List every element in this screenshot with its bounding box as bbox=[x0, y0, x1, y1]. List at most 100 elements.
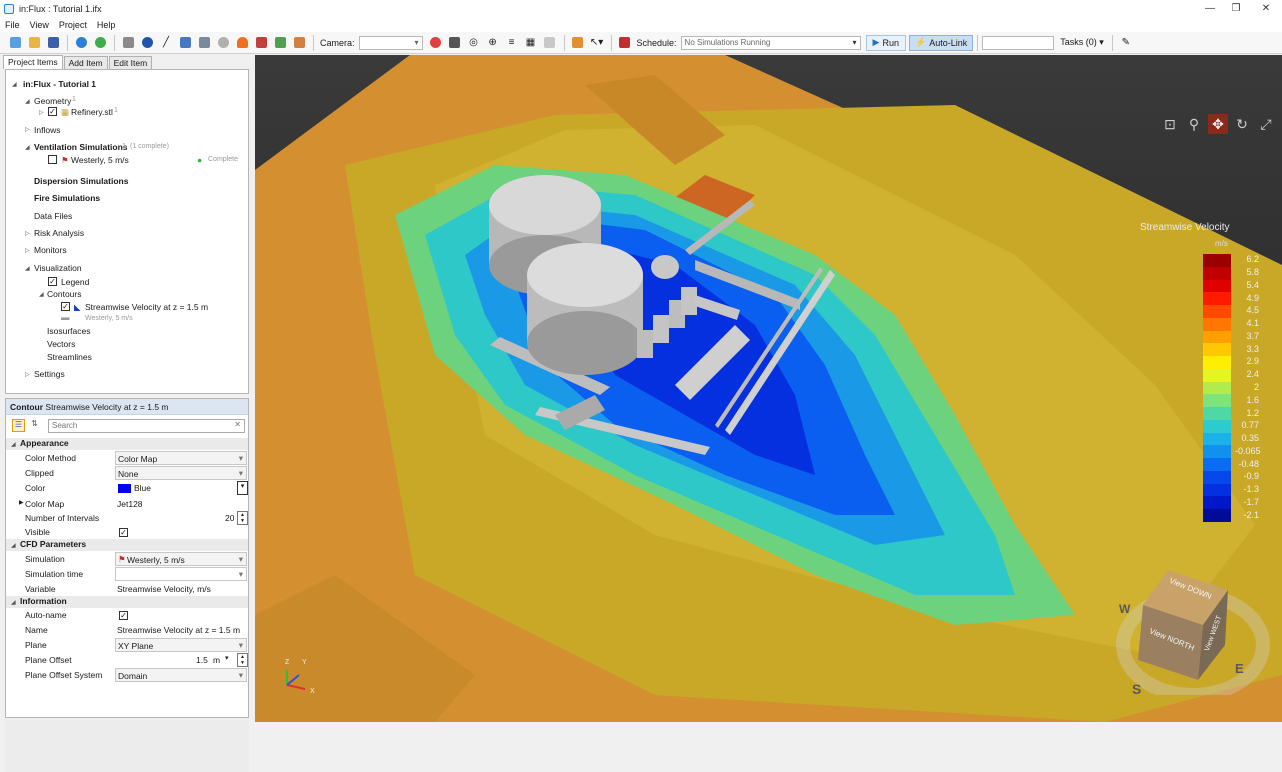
tree-streamlines[interactable]: Streamlines bbox=[47, 352, 92, 362]
expand-icon[interactable]: ◢ bbox=[39, 291, 44, 298]
row-color-map[interactable]: ▶ Color Map Jet128 bbox=[6, 497, 248, 512]
tree-datafiles[interactable]: Data Files bbox=[34, 211, 72, 221]
close-icon[interactable]: ✕ bbox=[1252, 0, 1280, 17]
3d-viewport[interactable]: Z Y X ⊡ ⚲ ✥ ↻ ⤢ View DOWN View NORTH Vie… bbox=[255, 55, 1282, 722]
legend-checkbox[interactable]: ✓ bbox=[48, 277, 57, 286]
menu-view[interactable]: View bbox=[30, 20, 49, 30]
westerly-checkbox[interactable] bbox=[48, 155, 57, 164]
pencil-icon[interactable]: ✎ bbox=[1117, 35, 1135, 51]
alphabetical-view-icon[interactable]: ⇅ bbox=[28, 419, 41, 432]
tree-dispersion[interactable]: Dispersion Simulations bbox=[34, 176, 128, 186]
tree-geometry[interactable]: Geometry bbox=[34, 96, 71, 106]
expand-icon[interactable]: ◢ bbox=[25, 265, 30, 272]
schedule-dropdown[interactable]: No Simulations Running ▾ bbox=[680, 35, 861, 50]
tree-contour-item[interactable]: Streamwise Velocity at z = 1.5 m bbox=[85, 302, 208, 312]
tree-visualization[interactable]: Visualization bbox=[34, 263, 82, 273]
menu-help[interactable]: Help bbox=[97, 20, 116, 30]
menu-file[interactable]: File bbox=[5, 20, 20, 30]
table-icon[interactable]: ▦ bbox=[522, 35, 540, 51]
offset-system-dropdown[interactable]: Domain ▾ bbox=[115, 668, 247, 682]
collapse-icon[interactable]: ▷ bbox=[25, 247, 30, 254]
clear-camera-icon[interactable] bbox=[427, 35, 445, 51]
camera-snapshot-icon[interactable] bbox=[446, 35, 464, 51]
expand-icon[interactable]: ◢ bbox=[11, 441, 16, 448]
tree-settings[interactable]: Settings bbox=[34, 369, 65, 379]
export-icon[interactable] bbox=[271, 35, 289, 51]
tree-contours[interactable]: Contours bbox=[47, 289, 82, 299]
box-icon[interactable] bbox=[176, 35, 194, 51]
pointer-icon[interactable]: ↖▾ bbox=[588, 35, 606, 51]
expand-icon[interactable]: ◢ bbox=[25, 98, 30, 105]
add-item-icon[interactable] bbox=[91, 35, 109, 51]
compass-east[interactable]: E bbox=[1235, 661, 1244, 676]
categorized-view-icon[interactable]: ☰ bbox=[12, 419, 25, 432]
expand-icon[interactable]: ◢ bbox=[12, 81, 17, 88]
tree-refinery[interactable]: Refinery.stl bbox=[71, 107, 113, 117]
offset-stepper[interactable]: ▲ ▼ bbox=[237, 653, 248, 667]
unit-dropdown-icon[interactable]: ▾ bbox=[225, 654, 229, 662]
rotate-icon[interactable]: ↻ bbox=[1232, 114, 1252, 134]
tree-ventilation[interactable]: Ventilation Simulations bbox=[34, 142, 128, 152]
info-icon[interactable] bbox=[72, 35, 90, 51]
collapse-icon[interactable]: ▷ bbox=[25, 126, 30, 133]
refinery-checkbox[interactable]: ✓ bbox=[48, 107, 57, 116]
color-dropdown-button[interactable]: ▾ bbox=[237, 481, 248, 495]
restore-icon[interactable]: ❐ bbox=[1222, 0, 1250, 17]
tree-monitors[interactable]: Monitors bbox=[34, 245, 67, 255]
line-icon[interactable]: ╱ bbox=[157, 35, 175, 51]
fullscreen-icon[interactable]: ⤢ bbox=[1256, 114, 1276, 134]
tab-edit-item[interactable]: Edit Item bbox=[108, 56, 153, 69]
pan-icon[interactable]: ✥ bbox=[1208, 114, 1228, 134]
collapse-icon[interactable]: ▷ bbox=[25, 371, 30, 378]
menu-project[interactable]: Project bbox=[59, 20, 87, 30]
zoom-extents-icon[interactable]: ⊡ bbox=[1160, 114, 1180, 134]
target-icon[interactable]: ◎ bbox=[465, 35, 483, 51]
color-method-dropdown[interactable]: Color Map ▾ bbox=[115, 451, 247, 465]
tree-inflows[interactable]: Inflows bbox=[34, 125, 60, 135]
new-project-icon[interactable] bbox=[6, 35, 24, 51]
link-views-icon[interactable] bbox=[569, 35, 587, 51]
compass-south[interactable]: S bbox=[1132, 681, 1141, 697]
camera-dropdown[interactable]: ▾ bbox=[358, 35, 423, 50]
inflow-icon[interactable] bbox=[138, 35, 156, 51]
visible-checkbox[interactable]: ✓ bbox=[119, 528, 128, 537]
tasks-dropdown[interactable]: Tasks (0) ▾ bbox=[1060, 37, 1104, 48]
sim-time-dropdown[interactable]: ▾ bbox=[115, 567, 247, 581]
intervals-stepper[interactable]: ▲ ▼ bbox=[237, 511, 248, 525]
tab-add-item[interactable]: Add Item bbox=[63, 56, 108, 69]
list-icon[interactable]: ≡ bbox=[503, 35, 521, 51]
calendar-icon[interactable] bbox=[616, 35, 634, 51]
cloud-icon[interactable] bbox=[214, 35, 232, 51]
name-field[interactable]: Streamwise Velocity at z = 1.5 m bbox=[117, 625, 240, 635]
expand-icon[interactable]: ◢ bbox=[11, 542, 16, 549]
panel-icon[interactable] bbox=[541, 35, 559, 51]
zoom-icon[interactable]: ⚲ bbox=[1184, 114, 1204, 134]
tree-legend[interactable]: Legend bbox=[61, 277, 89, 287]
expand-icon[interactable]: ◢ bbox=[25, 144, 30, 151]
tree-risk[interactable]: Risk Analysis bbox=[34, 228, 84, 238]
plane-dropdown[interactable]: XY Plane ▾ bbox=[115, 638, 247, 652]
run-button[interactable]: ▶ Run bbox=[865, 34, 906, 51]
geometry-icon[interactable] bbox=[119, 35, 137, 51]
monitor-icon[interactable] bbox=[195, 35, 213, 51]
minimize-icon[interactable]: — bbox=[1196, 0, 1224, 17]
tree-isosurfaces[interactable]: Isosurfaces bbox=[47, 326, 90, 336]
autoname-checkbox[interactable]: ✓ bbox=[119, 611, 128, 620]
contour-checkbox[interactable]: ✓ bbox=[61, 302, 70, 311]
tree-westerly[interactable]: Westerly, 5 m/s bbox=[71, 155, 129, 165]
report-icon[interactable] bbox=[252, 35, 270, 51]
grid-icon[interactable] bbox=[290, 35, 308, 51]
category-information[interactable]: Information bbox=[6, 596, 248, 608]
open-folder-icon[interactable] bbox=[25, 35, 43, 51]
compass-west[interactable]: W bbox=[1119, 602, 1130, 616]
category-cfd[interactable]: CFD Parameters bbox=[6, 539, 248, 551]
search-input[interactable]: Search ✕ bbox=[48, 419, 245, 433]
tree-fire[interactable]: Fire Simulations bbox=[34, 193, 100, 203]
save-icon[interactable] bbox=[44, 35, 62, 51]
category-appearance[interactable]: Appearance bbox=[6, 438, 248, 450]
collapse-icon[interactable]: ▷ bbox=[25, 230, 30, 237]
intervals-input[interactable]: 20 bbox=[225, 513, 234, 523]
expand-icon[interactable]: ◢ bbox=[11, 599, 16, 606]
simulation-dropdown[interactable]: ⚑ Westerly, 5 m/s ▾ bbox=[115, 552, 247, 566]
tree-vectors[interactable]: Vectors bbox=[47, 339, 75, 349]
